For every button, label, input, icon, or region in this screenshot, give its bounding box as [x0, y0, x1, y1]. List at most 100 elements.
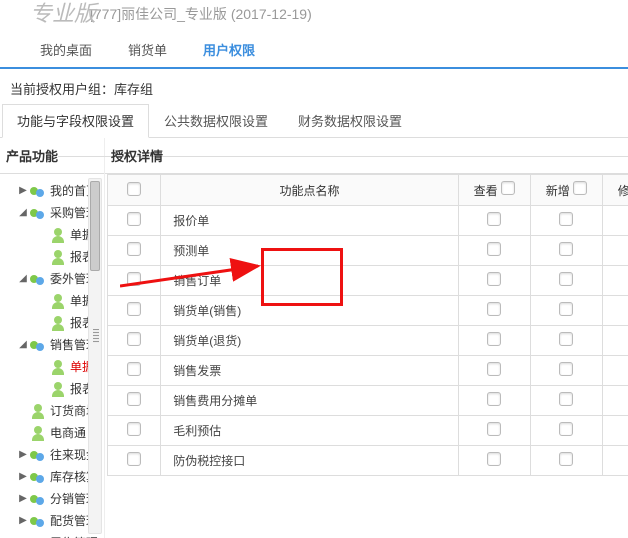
perm-checkbox[interactable] [487, 452, 501, 466]
person-icon [50, 227, 66, 243]
tree-toggle-icon[interactable]: ▶ [18, 532, 28, 538]
col-label: 查看 [474, 184, 498, 198]
tree-toggle-icon[interactable]: ◢ [18, 202, 28, 224]
tree-node-0[interactable]: ▶我的首页 [10, 180, 100, 202]
table-row: 销售发票 [108, 356, 628, 386]
tree-node-2[interactable]: 单据 [10, 224, 100, 246]
person-icon [50, 381, 66, 397]
left-panel-title: 产品功能 [0, 138, 104, 174]
tree-node-13[interactable]: ▶库存核算 [10, 466, 100, 488]
row-checkbox[interactable] [127, 392, 141, 406]
perm-checkbox[interactable] [559, 212, 573, 226]
perm-checkbox[interactable] [559, 332, 573, 346]
tree-node-15[interactable]: ▶配货管理 [10, 510, 100, 532]
tree-node-6[interactable]: 报表 [10, 312, 100, 334]
func-name: 销货单(退货) [161, 326, 459, 356]
tree-scroll-thumb[interactable] [90, 181, 100, 271]
person-icon [50, 293, 66, 309]
func-name: 销售费用分摊单 [161, 386, 459, 416]
perm-checkbox[interactable] [487, 362, 501, 376]
tree-toggle-icon[interactable]: ▶ [18, 180, 28, 202]
perm-checkbox[interactable] [559, 392, 573, 406]
person-icon [30, 425, 46, 441]
tree-node-1[interactable]: ◢采购管理 [10, 202, 100, 224]
row-checkbox[interactable] [127, 332, 141, 346]
row-checkbox[interactable] [127, 212, 141, 226]
perm-checkbox[interactable] [487, 302, 501, 316]
perm-checkbox[interactable] [559, 452, 573, 466]
group-icon [30, 491, 46, 507]
tree-node-11[interactable]: 电商通 [10, 422, 100, 444]
tab-desktop[interactable]: 我的桌面 [22, 32, 110, 67]
tree-node-4[interactable]: ◢委外管理 [10, 268, 100, 290]
perm-checkbox[interactable] [487, 392, 501, 406]
perm-checkbox[interactable] [559, 302, 573, 316]
table-row: 销售费用分摊单 [108, 386, 628, 416]
table-row: 防伪税控接口 [108, 446, 628, 476]
perm-checkbox[interactable] [559, 362, 573, 376]
perm-checkbox[interactable] [487, 332, 501, 346]
tree-node-12[interactable]: ▶往来现金 [10, 444, 100, 466]
arrow-annotation [120, 250, 270, 310]
tree-toggle-icon[interactable]: ▶ [18, 488, 28, 510]
col-label: 修改 [618, 184, 628, 198]
perm-checkbox[interactable] [487, 272, 501, 286]
app-tabs: 我的桌面 销货单 用户权限 [0, 32, 628, 69]
row-checkbox[interactable] [127, 362, 141, 376]
tree-node-5[interactable]: 单据 [10, 290, 100, 312]
auth-label: 当前授权用户组： [10, 82, 114, 97]
row-checkbox[interactable] [127, 452, 141, 466]
person-icon [50, 315, 66, 331]
person-icon [50, 249, 66, 265]
checkbox-all[interactable] [127, 182, 141, 196]
group-icon [30, 447, 46, 463]
tree-node-16[interactable]: ▶零售管理 [10, 532, 100, 538]
perm-checkbox[interactable] [559, 272, 573, 286]
subtab-finance-data[interactable]: 财务数据权限设置 [283, 104, 417, 137]
perm-checkbox[interactable] [487, 242, 501, 256]
col-checkbox[interactable] [573, 181, 587, 195]
group-icon [30, 183, 46, 199]
highlight-box [261, 248, 343, 306]
perm-checkbox[interactable] [559, 242, 573, 256]
tree-toggle-icon[interactable]: ▶ [18, 510, 28, 532]
table-row: 报价单 [108, 206, 628, 236]
col-1: 查看 [458, 175, 530, 206]
tree-scrollbar[interactable] [88, 178, 102, 534]
logo-text: 专业版 [30, 0, 96, 28]
table-row: 毛利预估 [108, 416, 628, 446]
col-label: 新增 [546, 184, 570, 198]
tree-node-7[interactable]: ◢销售管理 [10, 334, 100, 356]
col-checkbox[interactable] [501, 181, 515, 195]
person-icon [50, 359, 66, 375]
col-0: 功能点名称 [161, 175, 459, 206]
col-3: 修改 [602, 175, 628, 206]
row-checkbox[interactable] [127, 422, 141, 436]
auth-group-value: 库存组 [114, 82, 153, 97]
tree-node-10[interactable]: 订货商城 [10, 400, 100, 422]
tree-node-9[interactable]: 报表 [10, 378, 100, 400]
perm-checkbox[interactable] [559, 422, 573, 436]
tree-toggle-icon[interactable]: ◢ [18, 334, 28, 356]
col-2: 新增 [530, 175, 602, 206]
subtab-func-field[interactable]: 功能与字段权限设置 [2, 104, 149, 138]
subtab-public-data[interactable]: 公共数据权限设置 [149, 104, 283, 137]
perm-checkbox[interactable] [487, 422, 501, 436]
tree-node-8[interactable]: 单据 [10, 356, 100, 378]
tab-user-permission[interactable]: 用户权限 [185, 32, 273, 69]
tree-toggle-icon[interactable]: ▶ [18, 466, 28, 488]
group-icon [30, 469, 46, 485]
tab-sales-order[interactable]: 销货单 [110, 32, 185, 67]
permission-table: 功能点名称查看 新增 修改 删除 报价单预测单销售订单销货单(销售)销货单(退货… [107, 174, 628, 476]
person-icon [30, 403, 46, 419]
subtab-bar: 功能与字段权限设置 公共数据权限设置 财务数据权限设置 [0, 104, 628, 138]
tree-toggle-icon[interactable]: ▶ [18, 444, 28, 466]
group-icon [30, 513, 46, 529]
perm-checkbox[interactable] [487, 212, 501, 226]
right-panel-title: 授权详情 [105, 138, 628, 174]
tree-toggle-icon[interactable]: ◢ [18, 268, 28, 290]
tree-label: 电商通 [50, 422, 86, 444]
tree-node-14[interactable]: ▶分销管理 [10, 488, 100, 510]
tree-node-3[interactable]: 报表 [10, 246, 100, 268]
tree-scroll-grip [93, 329, 99, 343]
